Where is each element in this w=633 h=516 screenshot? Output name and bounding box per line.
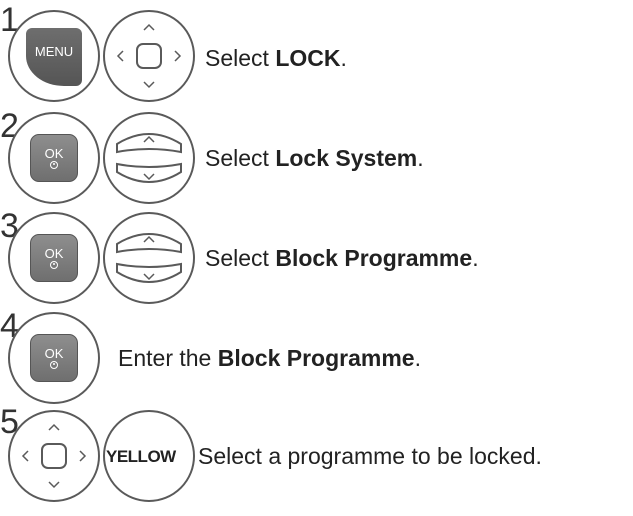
instruction-bold-text: Lock System	[275, 145, 418, 171]
ok-key-label: OK	[44, 245, 64, 261]
instruction-text: .	[414, 345, 421, 371]
up-down-button-icon	[116, 233, 182, 283]
yellow-button-label: YELLOW	[106, 447, 176, 466]
navigation-pad-icon	[21, 423, 87, 489]
ok-dot-icon	[50, 360, 58, 369]
instruction-text: Enter the	[118, 345, 218, 371]
step-instruction: Select a programme to be locked.	[198, 442, 542, 470]
instruction-text: Select a programme to be locked.	[198, 443, 542, 469]
instruction-text: .	[340, 45, 347, 71]
instruction-text: .	[472, 245, 479, 271]
up-down-button-icon	[116, 133, 182, 183]
ok-key-label: OK	[44, 145, 64, 161]
menu-button-icon: MENU	[26, 28, 82, 86]
ok-button-icon: OK	[30, 134, 78, 182]
navigation-pad-icon	[116, 23, 182, 89]
instruction-text: Select	[205, 245, 276, 271]
ok-button-icon: OK	[30, 334, 78, 382]
ok-dot-icon	[50, 160, 58, 169]
step-instruction: Select Lock System.	[205, 144, 424, 172]
instruction-bold-text: LOCK	[275, 45, 341, 71]
step-instruction: Select LOCK.	[205, 44, 347, 72]
instruction-text: Select	[205, 145, 276, 171]
instruction-text: Select	[205, 45, 276, 71]
step-instruction: Select Block Programme.	[205, 244, 479, 272]
ok-key-label: OK	[44, 345, 64, 361]
ok-dot-icon	[50, 260, 58, 269]
instruction-bold-text: Block Programme	[275, 245, 473, 271]
instruction-text: .	[417, 145, 424, 171]
instruction-bold-text: Block Programme	[217, 345, 415, 371]
step-instruction: Enter the Block Programme.	[118, 344, 421, 372]
ok-button-icon: OK	[30, 234, 78, 282]
menu-key-label: MENU	[34, 44, 74, 59]
